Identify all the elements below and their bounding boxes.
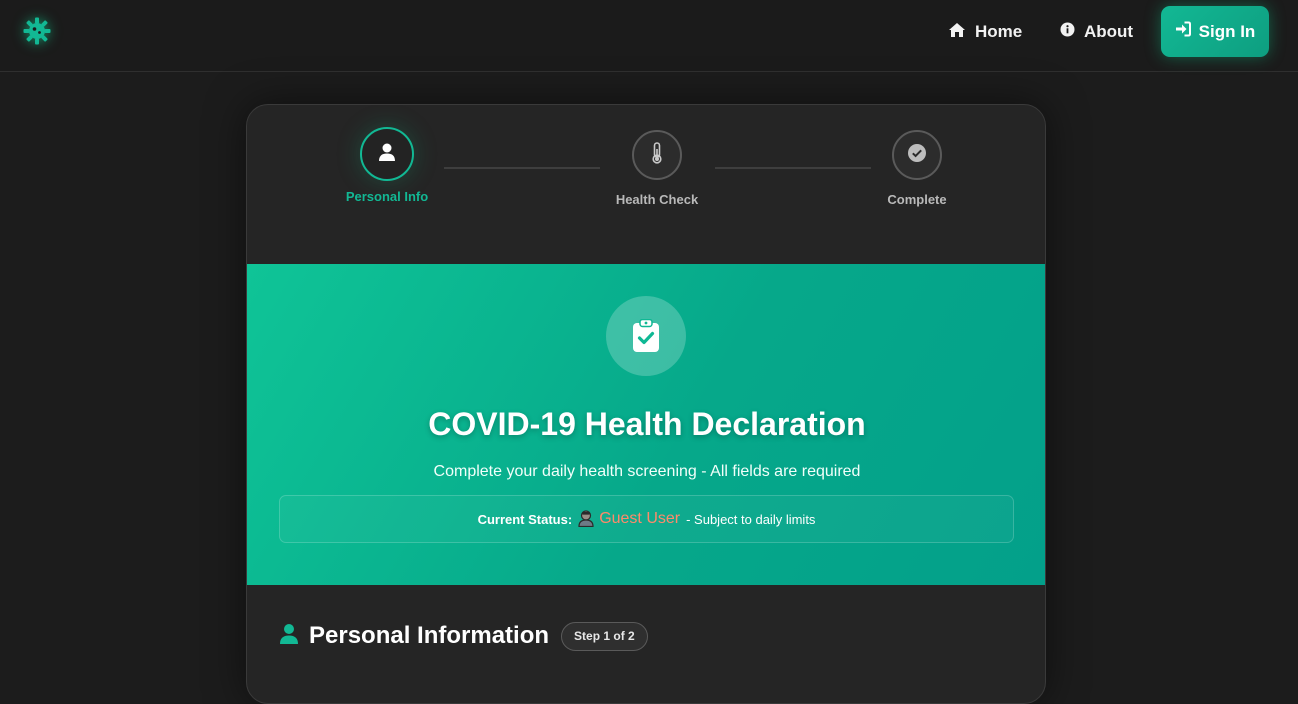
personal-information-heading: Personal Information Step 1 of 2 <box>279 621 648 651</box>
page-title: COVID-19 Health Declaration <box>428 406 866 442</box>
virus-gear-icon[interactable] <box>20 14 54 48</box>
hero-banner: COVID-19 Health Declaration Complete you… <box>247 264 1045 585</box>
step-label: Complete <box>887 192 947 207</box>
user-icon <box>279 623 299 650</box>
status-user: Guest User <box>599 510 681 527</box>
sign-in-label: Sign In <box>1198 21 1256 41</box>
home-icon <box>948 22 966 43</box>
nav-home-link[interactable]: Home <box>948 19 1022 45</box>
step-circle <box>892 130 942 180</box>
thermometer-icon <box>650 141 664 169</box>
page-subtitle: Complete your daily health screening - A… <box>433 463 861 480</box>
guest-user-icon <box>577 509 595 530</box>
check-circle-icon <box>907 143 927 168</box>
declaration-card: Personal Info Health Check Complete COVI… <box>246 104 1046 704</box>
step-circle <box>360 127 414 181</box>
step-label: Personal Info <box>345 189 429 204</box>
step-connector <box>444 167 600 169</box>
clipboard-check-icon <box>606 296 686 376</box>
step-health-check[interactable]: Health Check <box>587 130 727 207</box>
sign-in-icon <box>1175 21 1191 42</box>
user-icon <box>377 142 397 167</box>
step-badge: Step 1 of 2 <box>561 621 648 651</box>
nav-about-label: About <box>1084 22 1134 41</box>
status-note: - Subject to daily limits <box>686 511 816 527</box>
step-label: Health Check <box>615 192 699 207</box>
section-title: Personal Information <box>309 622 550 649</box>
nav-about-link[interactable]: About <box>1060 19 1133 45</box>
nav-home-label: Home <box>975 22 1023 41</box>
current-status-box: Current Status: Guest User - Subject to … <box>279 495 1014 543</box>
progress-stepper: Personal Info Health Check Complete <box>247 105 1045 264</box>
step-circle <box>632 130 682 180</box>
status-label: Current Status: <box>477 511 573 527</box>
info-icon <box>1060 22 1075 42</box>
navbar: Home About Sign In <box>0 0 1298 72</box>
step-personal-info[interactable]: Personal Info <box>317 127 457 204</box>
step-complete[interactable]: Complete <box>847 130 987 207</box>
sign-in-button[interactable]: Sign In <box>1161 6 1269 57</box>
